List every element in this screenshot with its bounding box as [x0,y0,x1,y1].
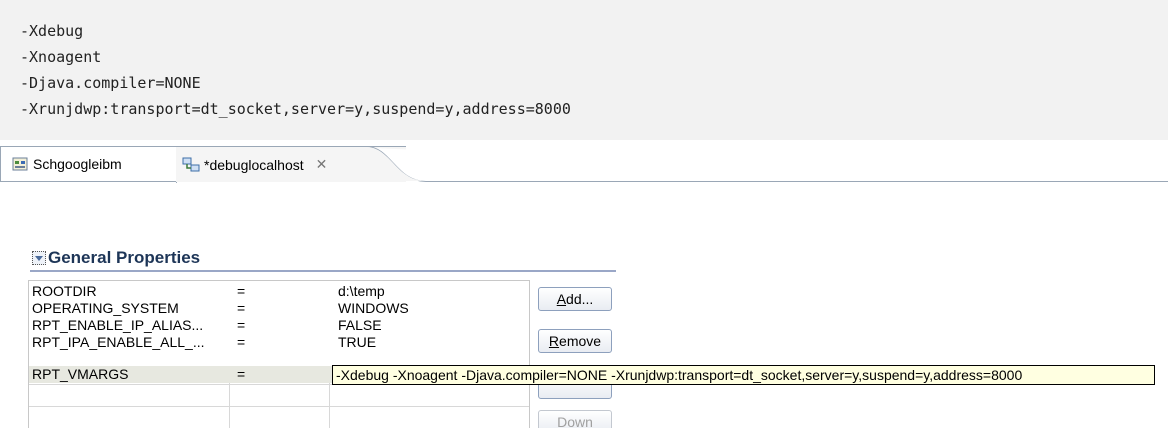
table-row[interactable]: OPERATING_SYSTEM = WINDOWS [29,300,529,317]
table-row[interactable]: RPT_IPA_ENABLE_ALL_... = TRUE [29,334,529,351]
tab-edge [336,146,1168,182]
property-value: FALSE [338,317,382,333]
remove-button[interactable]: Remove [538,329,612,353]
property-key: OPERATING_SYSTEM [32,300,179,316]
tab-schgoogleibm[interactable]: Schgoogleibm [0,146,177,183]
code-line: -Xnoagent [20,48,102,66]
empty-table-row[interactable] [29,384,529,406]
property-operator: = [237,283,246,299]
launch-config-icon [182,156,200,174]
tab-label: Schgoogleibm [33,156,122,172]
table-row[interactable]: ROOTDIR = d:\temp [29,283,529,300]
value-tooltip: -Xdebug -Xnoagent -Djava.compiler=NONE -… [332,365,1155,385]
property-value: d:\temp [338,283,385,299]
property-key: RPT_IPA_ENABLE_ALL_... [32,334,205,350]
property-key: RPT_VMARGS [32,366,129,382]
code-line: -Djava.compiler=NONE [20,74,201,92]
close-icon[interactable]: ✕ [316,156,328,173]
collapse-icon[interactable] [32,251,46,265]
property-value: TRUE [338,334,377,350]
property-operator: = [237,334,246,350]
section-title: General Properties [48,248,201,267]
code-line: -Xdebug [20,22,84,40]
section-divider [30,270,616,272]
down-button: Down [538,410,612,428]
button-label: Down [557,414,593,428]
code-line: -Xrunjdwp:transport=dt_socket,server=y,s… [20,100,571,118]
section-general-properties[interactable]: General Properties [32,247,200,269]
property-operator: = [237,300,246,316]
property-operator: = [237,366,246,382]
column-divider [229,383,230,428]
button-label: emove [559,333,602,349]
button-mnemonic: R [548,333,560,349]
property-key: RPT_ENABLE_IP_ALIAS... [32,317,204,333]
project-icon [11,155,29,173]
table-row[interactable]: RPT_ENABLE_IP_ALIAS... = FALSE [29,317,529,334]
properties-table[interactable]: ROOTDIR = d:\temp OPERATING_SYSTEM = WIN… [28,280,530,428]
column-divider [329,383,330,428]
button-mnemonic: A [556,291,567,307]
button-label: dd... [566,291,594,307]
empty-table-row[interactable] [29,406,529,428]
tab-divider [0,181,176,182]
tab-label: *debuglocalhost [204,156,304,173]
property-key: ROOTDIR [32,283,97,299]
property-value: WINDOWS [338,300,409,316]
property-operator: = [237,317,246,333]
add-button[interactable]: Add... [538,287,612,311]
code-block: -Xdebug -Xnoagent -Djava.compiler=NONE -… [0,0,1168,140]
